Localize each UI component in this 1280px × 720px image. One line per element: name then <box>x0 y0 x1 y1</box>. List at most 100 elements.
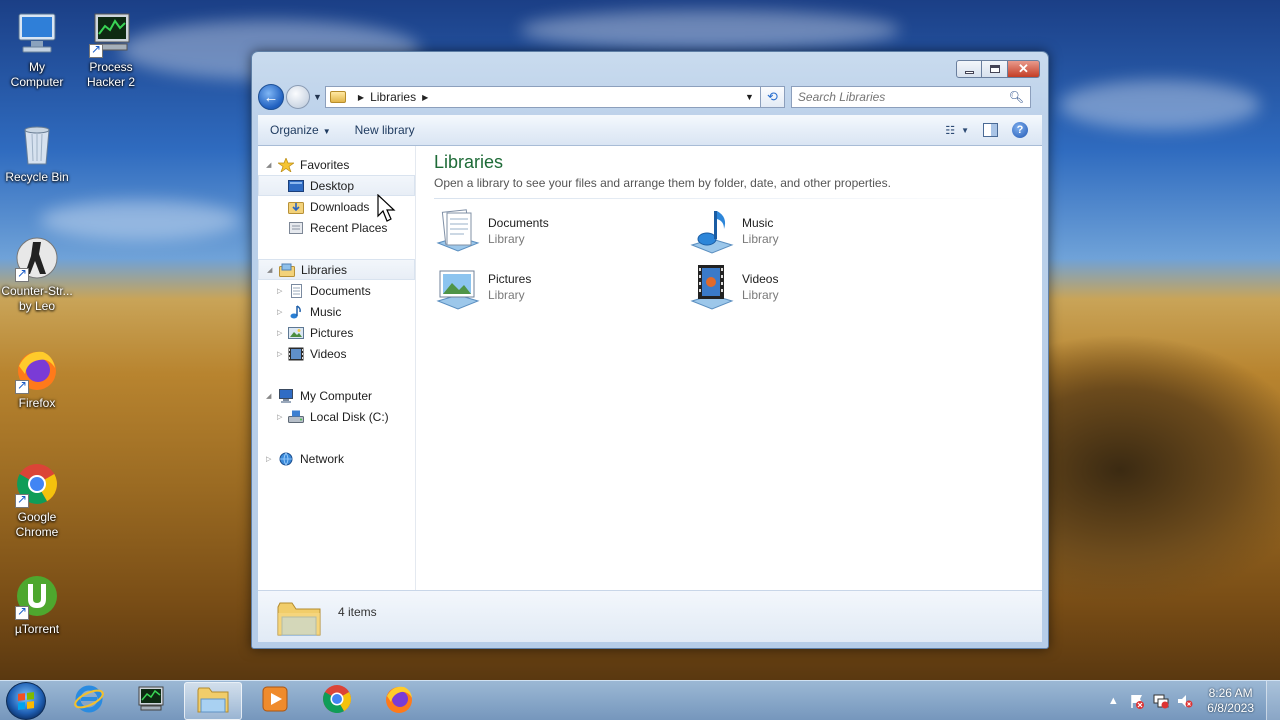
caption-buttons: ✕ <box>956 60 1040 78</box>
desktop-icon-process-hacker[interactable]: Process Hacker 2 <box>74 10 148 90</box>
collapse-arrow-icon[interactable]: ▷ <box>277 350 282 358</box>
expand-arrow-icon[interactable]: ◢ <box>266 161 271 169</box>
nav-label: Desktop <box>310 178 355 193</box>
shortcut-arrow-icon <box>15 492 29 508</box>
system-tray: ▲ 8:26 AM 6/8/2023 <box>1097 680 1280 720</box>
nav-network[interactable]: ▷ Network <box>258 448 415 469</box>
firefox-icon <box>13 346 61 394</box>
nav-documents[interactable]: ▷ Documents <box>258 280 415 301</box>
libraries-icon <box>279 263 295 277</box>
forward-button[interactable] <box>286 85 310 109</box>
collapse-arrow-icon[interactable]: ▷ <box>277 287 282 295</box>
refresh-icon: ⟲ <box>766 89 778 104</box>
organize-label: Organize <box>270 123 319 137</box>
help-icon: ? <box>1016 124 1024 136</box>
breadcrumb-arrow-icon[interactable]: ▶ <box>358 93 364 102</box>
desktop-icon-my-computer[interactable]: My Computer <box>0 10 74 90</box>
library-item-music[interactable]: Music Library <box>688 207 942 255</box>
back-button[interactable]: ← <box>258 84 284 110</box>
taskbar-process-hacker[interactable] <box>122 682 180 720</box>
nav-libraries[interactable]: ◢ Libraries <box>258 259 415 280</box>
hard-drive-icon <box>288 410 304 424</box>
nav-videos[interactable]: ▷ Videos <box>258 343 415 364</box>
documents-icon <box>288 283 304 298</box>
search-box[interactable]: 🔍︎ <box>790 86 1031 108</box>
collapse-arrow-icon[interactable]: ▷ <box>277 308 282 316</box>
search-icon[interactable]: 🔍︎ <box>1009 90 1024 104</box>
organize-button[interactable]: Organize ▼ <box>270 123 331 137</box>
new-library-button[interactable]: New library <box>355 123 415 137</box>
firefox-icon <box>383 683 415 718</box>
desktop-icon-utorrent[interactable]: µTorrent <box>0 572 74 637</box>
show-desktop-button[interactable] <box>1266 680 1280 720</box>
search-input[interactable] <box>797 90 1009 104</box>
expand-arrow-icon[interactable]: ◢ <box>267 266 272 274</box>
refresh-button[interactable]: ⟲ <box>760 86 785 108</box>
desktop-icon-label: Google Chrome <box>15 510 59 539</box>
nav-label: Documents <box>310 283 371 298</box>
my-computer-icon <box>13 10 61 58</box>
chevron-down-icon: ▼ <box>961 125 969 135</box>
videos-library-icon <box>688 263 736 311</box>
taskbar-file-explorer[interactable] <box>184 681 242 720</box>
library-name: Videos <box>742 272 779 286</box>
nav-my-computer[interactable]: ◢ My Computer <box>258 385 415 406</box>
nav-label: Videos <box>310 346 347 361</box>
collapse-arrow-icon[interactable]: ▷ <box>277 413 282 421</box>
preview-pane-button[interactable] <box>983 123 998 137</box>
taskbar-media-player[interactable] <box>246 682 304 720</box>
minimize-button[interactable] <box>956 60 982 78</box>
maximize-button[interactable] <box>982 60 1008 78</box>
nav-desktop[interactable]: Desktop <box>258 175 415 196</box>
show-hidden-icons-button[interactable]: ▲ <box>1105 693 1121 709</box>
change-view-button[interactable]: ☷ ▼ <box>945 124 969 137</box>
address-bar[interactable]: ▶ Libraries ▶ ▼ <box>324 86 761 108</box>
file-explorer-icon <box>196 684 230 717</box>
nav-pictures[interactable]: ▷ Pictures <box>258 322 415 343</box>
network-status-icon[interactable] <box>1153 693 1169 709</box>
network-icon <box>278 452 294 466</box>
breadcrumb-libraries[interactable]: Libraries <box>370 90 416 104</box>
desktop-icon-label: My Computer <box>10 60 64 89</box>
nav-local-disk[interactable]: ▷ Local Disk (C:) <box>258 406 415 427</box>
documents-library-icon <box>434 207 482 255</box>
my-computer-icon <box>278 388 294 403</box>
library-item-documents[interactable]: Documents Library <box>434 207 688 255</box>
address-dropdown-icon[interactable]: ▼ <box>745 92 754 102</box>
collapse-arrow-icon[interactable]: ▷ <box>266 455 271 463</box>
nav-label: Downloads <box>310 199 370 214</box>
action-center-flag-icon[interactable] <box>1129 693 1145 709</box>
nav-label: Recent Places <box>310 220 388 235</box>
expand-arrow-icon[interactable]: ◢ <box>266 392 271 400</box>
desktop-icon-label: Firefox <box>18 396 56 410</box>
details-pane: 4 items <box>258 590 1042 642</box>
start-button[interactable] <box>6 681 46 720</box>
desktop-icon-firefox[interactable]: Firefox <box>0 346 74 411</box>
nav-music[interactable]: ▷ Music <box>258 301 415 322</box>
desktop-icon-label: Process Hacker 2 <box>86 60 136 89</box>
volume-muted-icon[interactable] <box>1177 693 1193 709</box>
breadcrumb-arrow-icon[interactable]: ▶ <box>422 93 428 102</box>
desktop-icon-label: Recycle Bin <box>5 170 69 184</box>
nav-favorites[interactable]: ◢ Favorites <box>258 154 415 175</box>
library-item-pictures[interactable]: Pictures Library <box>434 263 688 311</box>
recent-pages-dropdown-icon[interactable]: ▼ <box>313 92 322 102</box>
close-icon: ✕ <box>1018 61 1029 76</box>
nav-label: Pictures <box>310 325 354 340</box>
nav-label: My Computer <box>300 388 373 403</box>
command-bar: Organize ▼ New library ☷ ▼ ? <box>258 115 1042 146</box>
close-button[interactable]: ✕ <box>1008 60 1040 78</box>
taskbar-firefox[interactable] <box>370 682 428 720</box>
collapse-arrow-icon[interactable]: ▷ <box>277 329 282 337</box>
taskbar-internet-explorer[interactable] <box>60 682 118 720</box>
downloads-folder-icon <box>288 200 304 214</box>
library-type: Library <box>488 288 525 302</box>
desktop-icon-google-chrome[interactable]: Google Chrome <box>0 460 74 540</box>
desktop-icon-recycle-bin[interactable]: Recycle Bin <box>0 120 74 185</box>
desktop-icon-counter-strike[interactable]: Counter-Str... by Leo <box>0 234 74 314</box>
help-button[interactable]: ? <box>1012 122 1028 138</box>
library-item-videos[interactable]: Videos Library <box>688 263 942 311</box>
taskbar-google-chrome[interactable] <box>308 682 366 720</box>
star-icon <box>276 156 296 173</box>
taskbar-clock[interactable]: 8:26 AM 6/8/2023 <box>1207 686 1254 716</box>
